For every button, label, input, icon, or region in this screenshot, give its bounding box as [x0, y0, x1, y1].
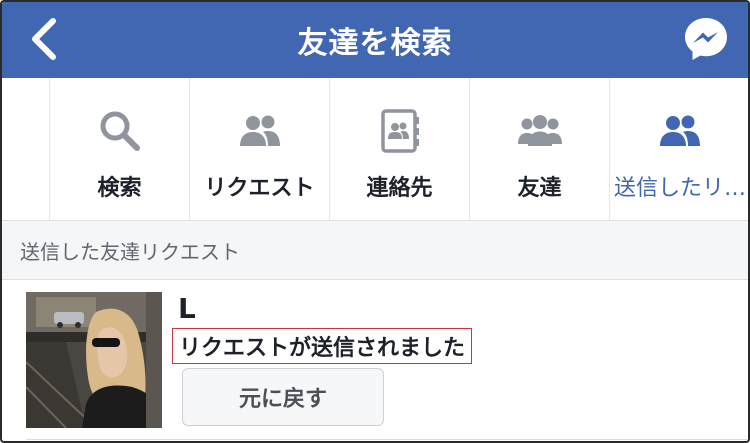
- tab-search[interactable]: 検索: [50, 78, 190, 220]
- search-icon: [100, 111, 140, 151]
- section-header: 送信した友達リクエスト: [2, 221, 748, 280]
- app-frame: 友達を検索 め 検索: [0, 0, 750, 443]
- tab-label: 友達: [517, 176, 562, 201]
- tab-label: 送信したリ…: [614, 176, 747, 201]
- profile-photo: [26, 292, 162, 428]
- tab-partial[interactable]: め: [2, 78, 50, 220]
- section-title: 送信した友達リクエスト: [20, 239, 240, 264]
- request-status: リクエストが送信されました: [172, 328, 473, 364]
- page-title: 友達を検索: [297, 26, 453, 61]
- tab-label: リクエスト: [204, 176, 315, 201]
- friend-requests-icon: [239, 115, 280, 146]
- avatar[interactable]: [26, 292, 162, 428]
- tab-sent-requests[interactable]: 送信したリ…: [610, 78, 748, 220]
- tab-label: め: [2, 170, 49, 202]
- friends-icon: [517, 115, 562, 146]
- messenger-button[interactable]: [682, 15, 730, 63]
- tab-label: 連絡先: [366, 176, 433, 201]
- undo-button[interactable]: 元に戻す: [182, 368, 384, 426]
- friend-name[interactable]: L: [178, 292, 196, 325]
- tab-label: 検索: [97, 176, 142, 201]
- tab-friends[interactable]: 友達: [470, 78, 610, 220]
- tab-bar: め 検索 リクエスト: [2, 78, 748, 221]
- divider: [26, 439, 748, 440]
- tab-contacts[interactable]: 連絡先: [330, 78, 470, 220]
- messenger-icon: [685, 18, 727, 60]
- contacts-book-icon: [380, 109, 419, 153]
- sent-requests-icon: [660, 115, 700, 146]
- navigation-bar: 友達を検索: [2, 2, 748, 78]
- tab-requests[interactable]: リクエスト: [190, 78, 330, 220]
